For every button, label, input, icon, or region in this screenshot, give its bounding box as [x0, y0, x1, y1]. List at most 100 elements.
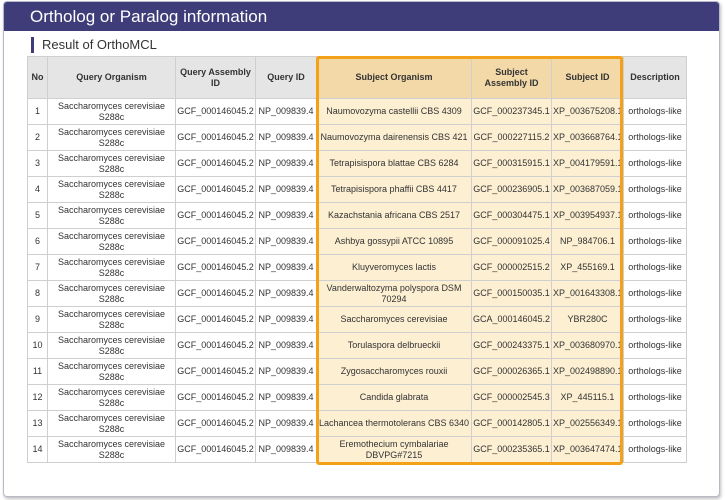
table-row: 8 Saccharomyces cerevisiae S288c GCF_00014…: [27, 280, 687, 307]
cell-query-assembly-id: GCF_000146045.2: [175, 176, 256, 203]
cell-subject-id: XP_003687059.1: [551, 176, 624, 203]
cell-query-assembly-id: GCF_000146045.2: [175, 124, 256, 151]
cell-subject-assembly-id: GCF_000237345.1: [471, 98, 552, 125]
cell-description: orthologs-like: [623, 358, 687, 385]
cell-subject-id: XP_003954937.1: [551, 202, 624, 229]
cell-description: orthologs-like: [623, 436, 687, 463]
cell-query-id: NP_009839.4: [255, 176, 317, 203]
cell-query-organism: Saccharomyces cerevisiae S288c: [47, 280, 176, 307]
cell-query-assembly-id: GCF_000146045.2: [175, 150, 256, 177]
cell-subject-id: XP_003680970.1: [551, 332, 624, 359]
cell-subject-id: NP_984706.1: [551, 228, 624, 255]
col-header-subject-id: Subject ID: [551, 56, 624, 99]
cell-no: 9: [27, 306, 48, 333]
table-row: 10 Saccharomyces cerevisiae S288c GCF_0001…: [27, 332, 687, 359]
col-header-query-id: Query ID: [255, 56, 317, 99]
cell-no: 5: [27, 202, 48, 229]
cell-description: orthologs-like: [623, 254, 687, 281]
table-header-row: No Query Organism Query Assembly ID Quer…: [27, 56, 687, 99]
cell-query-assembly-id: GCF_000146045.2: [175, 254, 256, 281]
cell-no: 12: [27, 384, 48, 411]
table-row: 14 Saccharomyces cerevisiae S288c GCF_0001…: [27, 436, 687, 463]
cell-query-id: NP_009839.4: [255, 98, 317, 125]
cell-query-assembly-id: GCF_000146045.2: [175, 358, 256, 385]
cell-query-id: NP_009839.4: [255, 254, 317, 281]
cell-query-organism: Saccharomyces cerevisiae S288c: [47, 436, 176, 463]
cell-subject-id: XP_001643308.1: [551, 280, 624, 307]
results-table: No Query Organism Query Assembly ID Quer…: [27, 56, 687, 463]
cell-query-organism: Saccharomyces cerevisiae S288c: [47, 98, 176, 125]
cell-query-id: NP_009839.4: [255, 306, 317, 333]
cell-subject-assembly-id: GCF_000150035.1: [471, 280, 552, 307]
cell-subject-id: XP_002556349.1: [551, 410, 624, 437]
cell-query-organism: Saccharomyces cerevisiae S288c: [47, 254, 176, 281]
cell-subject-organism: Tetrapisispora phaffii CBS 4417: [316, 176, 472, 203]
cell-subject-organism: Naumovozyma castellii CBS 4309: [316, 98, 472, 125]
cell-description: orthologs-like: [623, 202, 687, 229]
cell-no: 7: [27, 254, 48, 281]
cell-description: orthologs-like: [623, 124, 687, 151]
cell-subject-id: YBR280C: [551, 306, 624, 333]
cell-subject-id: XP_003668764.1: [551, 124, 624, 151]
col-header-query-assembly-id: Query Assembly ID: [175, 56, 256, 99]
cell-no: 3: [27, 150, 48, 177]
col-header-query-organism: Query Organism: [47, 56, 176, 99]
cell-description: orthologs-like: [623, 306, 687, 333]
table-row: 13 Saccharomyces cerevisiae S288c GCF_0001…: [27, 410, 687, 437]
cell-no: 13: [27, 410, 48, 437]
cell-query-assembly-id: GCF_000146045.2: [175, 306, 256, 333]
table-row: 4 Saccharomyces cerevisiae S288c GCF_00014…: [27, 176, 687, 203]
cell-query-assembly-id: GCF_000146045.2: [175, 228, 256, 255]
table-body: 1 Saccharomyces cerevisiae S288c GCF_00014…: [27, 98, 687, 463]
cell-no: 1: [27, 98, 48, 125]
cell-query-id: NP_009839.4: [255, 202, 317, 229]
cell-query-organism: Saccharomyces cerevisiae S288c: [47, 410, 176, 437]
table-row: 9 Saccharomyces cerevisiae S288c GCF_00014…: [27, 306, 687, 333]
cell-query-assembly-id: GCF_000146045.2: [175, 280, 256, 307]
cell-subject-organism: Naumovozyma dairenensis CBS 421: [316, 124, 472, 151]
table-row: 3 Saccharomyces cerevisiae S288c GCF_00014…: [27, 150, 687, 177]
cell-subject-assembly-id: GCF_000142805.1: [471, 410, 552, 437]
cell-no: 6: [27, 228, 48, 255]
cell-description: orthologs-like: [623, 228, 687, 255]
table-row: 6 Saccharomyces cerevisiae S288c GCF_00014…: [27, 228, 687, 255]
table-row: 12 Saccharomyces cerevisiae S288c GCF_0001…: [27, 384, 687, 411]
cell-query-assembly-id: GCF_000146045.2: [175, 332, 256, 359]
cell-description: orthologs-like: [623, 280, 687, 307]
table-row: 2 Saccharomyces cerevisiae S288c GCF_00014…: [27, 124, 687, 151]
cell-query-id: NP_009839.4: [255, 150, 317, 177]
cell-query-organism: Saccharomyces cerevisiae S288c: [47, 228, 176, 255]
cell-subject-id: XP_003647474.1: [551, 436, 624, 463]
cell-subject-organism: Lachancea thermotolerans CBS 6340: [316, 410, 472, 437]
cell-subject-organism: Zygosaccharomyces rouxii: [316, 358, 472, 385]
cell-query-assembly-id: GCF_000146045.2: [175, 436, 256, 463]
cell-query-organism: Saccharomyces cerevisiae S288c: [47, 202, 176, 229]
cell-subject-organism: Kazachstania africana CBS 2517: [316, 202, 472, 229]
table-row: 5 Saccharomyces cerevisiae S288c GCF_00014…: [27, 202, 687, 229]
cell-subject-id: XP_003675208.1: [551, 98, 624, 125]
cell-query-id: NP_009839.4: [255, 436, 317, 463]
cell-query-organism: Saccharomyces cerevisiae S288c: [47, 176, 176, 203]
cell-no: 10: [27, 332, 48, 359]
table-row: 7 Saccharomyces cerevisiae S288c GCF_00014…: [27, 254, 687, 281]
cell-query-organism: Saccharomyces cerevisiae S288c: [47, 124, 176, 151]
cell-query-assembly-id: GCF_000146045.2: [175, 410, 256, 437]
cell-no: 14: [27, 436, 48, 463]
results-table-container: No Query Organism Query Assembly ID Quer…: [27, 56, 687, 463]
cell-subject-organism: Kluyveromyces lactis: [316, 254, 472, 281]
cell-subject-assembly-id: GCF_000026365.1: [471, 358, 552, 385]
cell-query-assembly-id: GCF_000146045.2: [175, 202, 256, 229]
cell-subject-organism: Ashbya gossypii ATCC 10895: [316, 228, 472, 255]
cell-query-id: NP_009839.4: [255, 384, 317, 411]
section-title: Result of OrthoMCL: [31, 37, 157, 53]
cell-query-assembly-id: GCF_000146045.2: [175, 384, 256, 411]
cell-query-organism: Saccharomyces cerevisiae S288c: [47, 358, 176, 385]
cell-query-id: NP_009839.4: [255, 280, 317, 307]
cell-no: 8: [27, 280, 48, 307]
cell-subject-organism: Vanderwaltozyma polyspora DSM 70294: [316, 280, 472, 307]
table-row: 1 Saccharomyces cerevisiae S288c GCF_00014…: [27, 98, 687, 125]
col-header-subject-assembly-id: Subject Assembly ID: [471, 56, 552, 99]
cell-description: orthologs-like: [623, 332, 687, 359]
cell-description: orthologs-like: [623, 98, 687, 125]
cell-subject-assembly-id: GCF_000236905.1: [471, 176, 552, 203]
